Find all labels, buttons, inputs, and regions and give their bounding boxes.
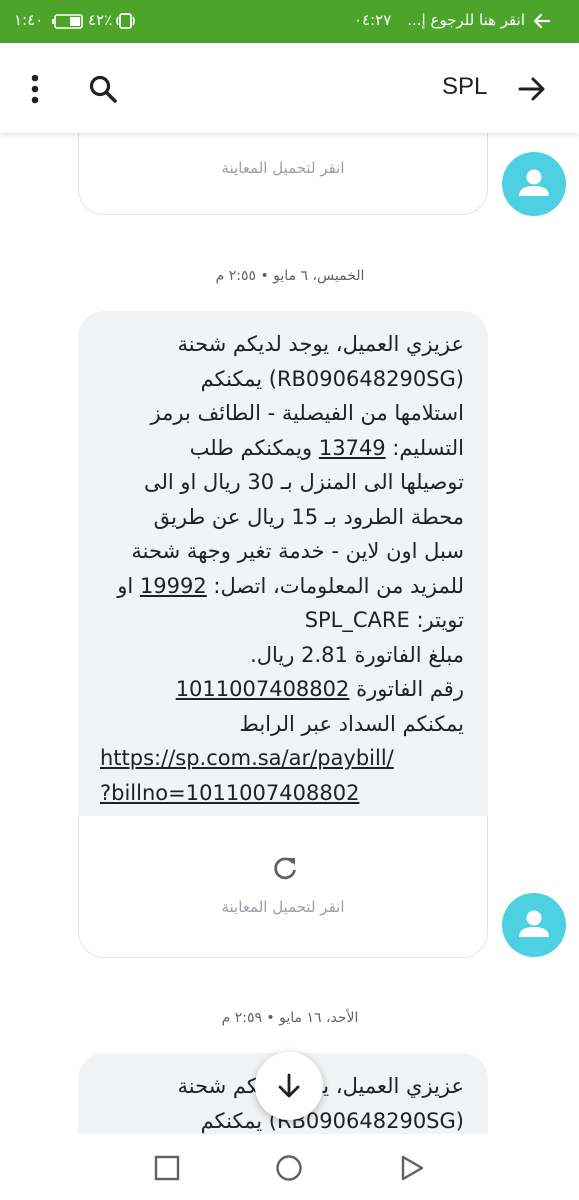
search-icon[interactable]: [87, 73, 119, 105]
message-line: رقم الفاتورة 1011007408802: [100, 672, 464, 707]
phone-number-link[interactable]: 19992: [140, 574, 207, 598]
signal-icon: [116, 13, 135, 29]
square-icon[interactable]: [154, 1155, 180, 1181]
message-body[interactable]: عزيزي العميل، يوجد لديكم شحنة (RB0906482…: [78, 311, 488, 816]
message-bubble[interactable]: عزيزي العميل، يوجد لديكم شحنة (RB0906482…: [78, 311, 488, 958]
conversation-list[interactable]: انقر لتحميل المعاينة الخميس، ٦ مايو • ٢:…: [0, 133, 579, 1134]
battery-percent: ٤٢٪: [88, 11, 113, 29]
more-vertical-icon[interactable]: [29, 74, 41, 104]
status-time-right: ٠٤:٢٧: [354, 11, 392, 29]
message-text-span: للمزيد من المعلومات، اتصل:: [206, 573, 464, 598]
message-line: (RB090648290SG) يمكنكم: [200, 366, 464, 391]
person-icon: [519, 169, 549, 196]
message-text-span: رقم الفاتورة: [349, 677, 464, 701]
arrow-right-icon[interactable]: [516, 74, 548, 104]
arrow-left-status-icon[interactable]: [533, 12, 551, 30]
message-text-span: او: [117, 573, 140, 598]
avatar[interactable]: [502, 152, 566, 216]
message-text-span: التسليم:: [385, 435, 464, 460]
invoice-number-link[interactable]: 1011007408802: [176, 677, 350, 701]
preview-label[interactable]: انقر لتحميل المعاينة: [79, 159, 487, 177]
refresh-icon[interactable]: [271, 133, 299, 135]
message-line: استلامها من الفيصلية - الطائف برمز: [150, 401, 464, 425]
refresh-icon[interactable]: [271, 854, 299, 882]
conversation-title: SPL: [442, 73, 488, 100]
message-line: سبل اون لاين - خدمة تغير وجهة شحنة: [131, 539, 464, 563]
message-text[interactable]: عزيزي العميل، يوجد لديكم شحنة (RB0906482…: [78, 311, 488, 824]
message-bubble[interactable]: انقر لتحميل المعاينة: [78, 133, 488, 215]
message-timestamp: الخميس، ٦ مايو • ٢:٥٥ م: [215, 268, 365, 284]
message-text-span: ويمكنكم طلب: [189, 435, 319, 460]
message-line: مبلغ الفاتورة 2.81 ريال.: [250, 642, 464, 667]
link-preview[interactable]: انقر لتحميل المعاينة: [78, 816, 488, 958]
battery-icon: [52, 14, 83, 29]
status-bar: انقر هنا للرجوع إ... ٠٤:٢٧ ١:٤٠ ٤٢٪: [0, 0, 579, 43]
return-hint[interactable]: انقر هنا للرجوع إ...: [407, 11, 525, 29]
message-line: عزيزي العميل، يوجد لديكم شحنة: [177, 332, 465, 356]
arrow-down-icon: [278, 1073, 300, 1098]
status-time-left: ١:٤٠: [14, 11, 44, 29]
preview-label[interactable]: انقر لتحميل المعاينة: [79, 898, 487, 916]
circle-icon[interactable]: [275, 1154, 303, 1182]
message-line: توصيلها الى المنزل بـ 30 ريال او الى: [143, 470, 464, 494]
system-nav-bar: [0, 1134, 579, 1200]
app-toolbar: SPL: [0, 43, 579, 133]
message-line: التسليم: 13749 ويمكنكم طلب: [100, 431, 464, 466]
person-icon: [519, 910, 549, 937]
message-timestamp: الأحد، ١٦ مايو • ٢:٥٩ م: [221, 1010, 359, 1026]
message-line: للمزيد من المعلومات، اتصل: 19992 او: [100, 569, 464, 604]
message-line: محطة الطرود بـ 15 ريال عن طريق: [153, 504, 464, 529]
link-preview[interactable]: انقر لتحميل المعاينة: [79, 133, 487, 214]
avatar[interactable]: [502, 893, 566, 957]
paybill-url-link[interactable]: https://sp.com.sa/ar/paybill/: [100, 741, 464, 776]
paybill-url-link-cont[interactable]: ?billno=1011007408802: [100, 776, 464, 811]
delivery-code-link[interactable]: 13749: [319, 436, 386, 460]
scroll-to-bottom-button[interactable]: [255, 1052, 323, 1120]
triangle-back-icon[interactable]: [398, 1154, 426, 1182]
message-line: يمكنكم السداد عبر الرابط: [239, 711, 464, 736]
message-line: تويتر: SPL_CARE: [304, 608, 464, 632]
